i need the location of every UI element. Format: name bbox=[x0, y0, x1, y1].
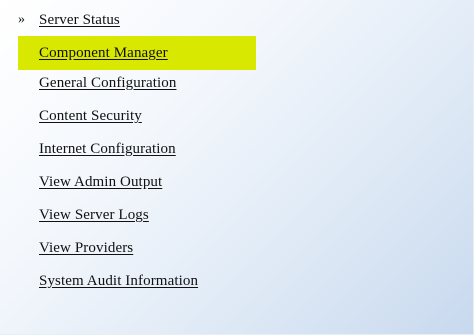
view-providers-link[interactable]: View Providers bbox=[39, 232, 133, 265]
view-server-logs-link[interactable]: View Server Logs bbox=[39, 199, 149, 232]
internet-configuration-link[interactable]: Internet Configuration bbox=[39, 133, 176, 166]
current-section-marker: » bbox=[18, 12, 25, 27]
view-admin-output-link[interactable]: View Admin Output bbox=[39, 166, 162, 199]
system-audit-information-link[interactable]: System Audit Information bbox=[39, 265, 198, 298]
component-manager-link[interactable]: Component Manager bbox=[39, 37, 168, 70]
server-status-link[interactable]: Server Status bbox=[39, 6, 120, 34]
general-configuration-link[interactable]: General Configuration bbox=[39, 67, 176, 100]
admin-nav-panel: » Server Status Component Manager Genera… bbox=[0, 0, 474, 335]
content-security-link[interactable]: Content Security bbox=[39, 100, 142, 133]
